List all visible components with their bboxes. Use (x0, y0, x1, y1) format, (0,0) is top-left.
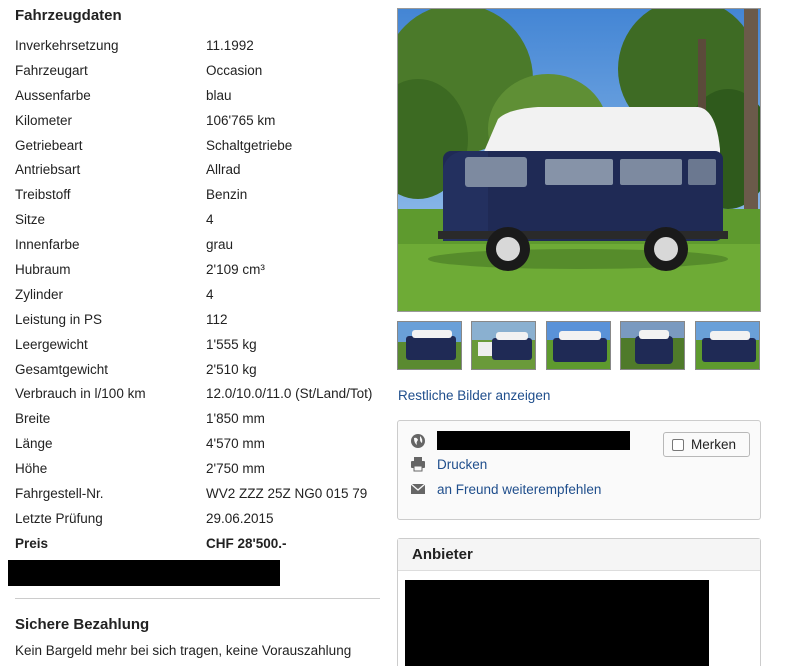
spec-row: Breite 1'850 mm (15, 406, 380, 431)
thumbnail-2[interactable] (471, 321, 536, 370)
envelope-icon (410, 481, 426, 497)
spec-row: Leergewicht 1'555 kg (15, 332, 380, 357)
vehicle-details-title: Fahrzeugdaten (15, 7, 122, 24)
spec-row: Getriebeart Schaltgetriebe (15, 133, 380, 158)
redacted-website (437, 431, 630, 450)
save-button[interactable]: Merken (663, 432, 750, 457)
spec-label: Fahrgestell-Nr. (15, 485, 104, 501)
spec-value: 4'570 mm (206, 436, 265, 452)
spec-label: Zylinder (15, 286, 64, 302)
spec-label: Kilometer (15, 112, 73, 128)
spec-row: Zylinder 4 (15, 282, 380, 307)
spec-row: Höhe 2'750 mm (15, 456, 380, 481)
spec-row: Aussenfarbe blau (15, 83, 380, 108)
spec-row: Preis CHF 28'500.- (15, 531, 380, 556)
actions-box: Drucken an Freund weiterempfehlen Merken (397, 420, 761, 520)
spec-label: Getriebeart (15, 137, 83, 153)
spec-value: CHF 28'500.- (206, 535, 287, 551)
spec-row: Fahrzeugart Occasion (15, 58, 380, 83)
spec-value: 1'850 mm (206, 411, 265, 427)
spec-value: Benzin (206, 187, 248, 203)
spec-row: Hubraum 2'109 cm³ (15, 257, 380, 282)
spec-value: 4 (206, 212, 214, 228)
seller-title: Anbieter (398, 539, 760, 571)
spec-label: Leergewicht (15, 336, 88, 352)
spec-label: Antriebsart (15, 162, 81, 178)
thumbnail-strip (397, 321, 761, 370)
spec-value: WV2 ZZZ 25Z NG0 015 79 (206, 485, 368, 501)
payment-title: Sichere Bezahlung (15, 616, 150, 633)
spec-row: Sitze 4 (15, 207, 380, 232)
spec-row: Letzte Prüfung 29.06.2015 (15, 506, 380, 531)
spec-value: 11.1992 (206, 37, 254, 53)
more-images-link[interactable]: Restliche Bilder anzeigen (398, 388, 550, 403)
spec-table: Inverkehrsetzung 11.1992 Fahrzeugart Occasi… (15, 33, 380, 556)
spec-row: Fahrgestell-Nr. WV2 ZZZ 25Z NG0 015 79 (15, 481, 380, 506)
spec-row: Verbrauch in l/100 km 12.0/10.0/11.0 (St/… (15, 381, 380, 406)
main-vehicle-photo[interactable] (397, 8, 761, 312)
printer-icon (410, 456, 426, 472)
spec-value: Occasion (206, 62, 263, 78)
spec-label: Inverkehrsetzung (15, 37, 119, 53)
recommend-link[interactable]: an Freund weiterempfehlen (437, 482, 601, 497)
spec-label: Breite (15, 411, 51, 427)
spec-label: Preis (15, 535, 49, 551)
spec-value: 2'750 mm (206, 461, 265, 477)
spec-value: 1'555 kg (206, 336, 257, 352)
thumbnail-3[interactable] (546, 321, 611, 370)
globe-icon (410, 433, 426, 449)
spec-row: Inverkehrsetzung 11.1992 (15, 33, 380, 58)
spec-value: 106'765 km (206, 112, 276, 128)
spec-value: 29.06.2015 (206, 510, 274, 526)
spec-label: Länge (15, 436, 53, 452)
spec-value: grau (206, 237, 234, 253)
divider (15, 598, 380, 599)
spec-value: 4 (206, 286, 214, 302)
spec-value: 2'109 cm³ (206, 261, 265, 277)
spec-value: Allrad (206, 162, 241, 178)
spec-label: Gesamtgewicht (15, 361, 109, 377)
spec-label: Höhe (15, 461, 48, 477)
spec-row: Länge 4'570 mm (15, 431, 380, 456)
redacted-block (8, 560, 280, 586)
spec-label: Sitze (15, 212, 46, 228)
spec-row: Kilometer 106'765 km (15, 108, 380, 133)
spec-value: 2'510 kg (206, 361, 257, 377)
print-link[interactable]: Drucken (437, 457, 487, 472)
spec-value: blau (206, 87, 232, 103)
spec-value: Schaltgetriebe (206, 137, 293, 153)
spec-value: 12.0/10.0/11.0 (St/Land/Tot) (206, 386, 373, 402)
spec-label: Innenfarbe (15, 237, 80, 253)
payment-text: Kein Bargeld mehr bei sich tragen, keine… (15, 643, 352, 658)
spec-row: Innenfarbe grau (15, 232, 380, 257)
spec-label: Aussenfarbe (15, 87, 91, 103)
spec-row: Antriebsart Allrad (15, 157, 380, 182)
redacted-seller-info (405, 580, 709, 666)
spec-label: Leistung in PS (15, 311, 103, 327)
spec-label: Hubraum (15, 261, 71, 277)
spec-value: 112 (206, 311, 228, 327)
spec-label: Treibstoff (15, 187, 71, 203)
spec-label: Verbrauch in l/100 km (15, 386, 146, 402)
spec-row: Treibstoff Benzin (15, 182, 380, 207)
spec-label: Fahrzeugart (15, 62, 88, 78)
save-checkbox[interactable] (672, 438, 684, 451)
seller-box: Anbieter (397, 538, 761, 666)
thumbnail-4[interactable] (620, 321, 685, 370)
thumbnail-1[interactable] (397, 321, 462, 370)
vw-van-photo (398, 9, 760, 311)
save-button-label: Merken (691, 437, 737, 452)
spec-label: Letzte Prüfung (15, 510, 103, 526)
thumbnail-5[interactable] (695, 321, 760, 370)
spec-row: Leistung in PS 112 (15, 307, 380, 332)
spec-row: Gesamtgewicht 2'510 kg (15, 357, 380, 382)
